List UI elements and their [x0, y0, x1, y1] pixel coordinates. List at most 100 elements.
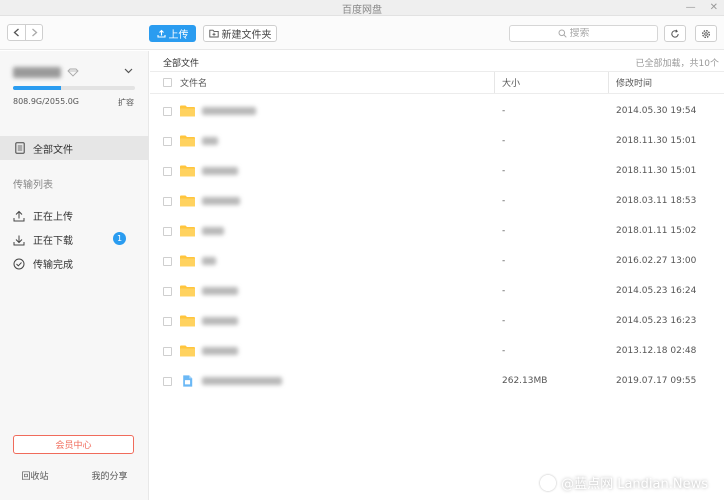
chevron-down-icon [124, 68, 133, 74]
minimize-icon[interactable]: — [686, 0, 696, 15]
history-nav [7, 24, 43, 41]
back-button[interactable] [8, 25, 25, 40]
file-name-blurred[interactable] [202, 186, 240, 216]
row-checkbox[interactable] [163, 246, 172, 276]
folder-icon [180, 165, 195, 177]
table-row[interactable]: - 2018.11.30 15:01 [150, 156, 724, 186]
file-panel: 全部文件 已全部加载，共10个 文件名 大小 修改时间 - 2014.05.30 … [150, 51, 724, 500]
row-checkbox[interactable] [163, 156, 172, 186]
file-size: - [502, 226, 506, 236]
row-checkbox[interactable] [163, 336, 172, 366]
file-name-blurred[interactable] [202, 276, 238, 306]
file-size: - [502, 166, 506, 176]
file-name-blurred[interactable] [202, 366, 282, 396]
window-controls: — ✕ [686, 0, 718, 15]
file-name-blurred[interactable] [202, 246, 216, 276]
window-title: 百度网盘 [342, 5, 382, 16]
table-row[interactable]: - 2016.02.27 13:00 [150, 246, 724, 276]
forward-button[interactable] [25, 25, 42, 40]
loaded-status: 已全部加载，共10个 [635, 59, 719, 69]
table-row[interactable]: - 2018.11.30 15:01 [150, 126, 724, 156]
column-header-size[interactable]: 大小 [502, 72, 520, 93]
file-modified: 2014.05.23 16:24 [616, 286, 697, 296]
row-checkbox[interactable] [163, 186, 172, 216]
breadcrumb[interactable]: 全部文件 [163, 56, 199, 69]
chevron-right-icon [31, 28, 37, 37]
upload-icon [13, 210, 25, 221]
file-size: - [502, 196, 506, 206]
table-row[interactable]: - 2013.12.18 02:48 [150, 336, 724, 366]
file-size: - [502, 256, 506, 266]
sidebar-item-all-files[interactable]: 全部文件 [0, 136, 149, 160]
row-icon [180, 306, 195, 336]
refresh-button[interactable] [664, 25, 686, 42]
storage-fill [13, 86, 62, 90]
username-blurred [13, 67, 61, 78]
folder-icon [180, 135, 195, 147]
select-all-checkbox[interactable] [163, 72, 172, 93]
row-checkbox[interactable] [163, 366, 172, 396]
search-box[interactable] [509, 25, 658, 42]
folder-plus-icon [208, 29, 219, 38]
table-row[interactable]: - 2014.05.30 19:54 [150, 96, 724, 126]
upload-icon [156, 29, 166, 38]
folder-icon [180, 285, 195, 297]
file-name-blurred[interactable] [202, 156, 238, 186]
sidebar-bottom-links: 回收站 我的分享 [0, 469, 149, 482]
folder-icon [180, 255, 195, 267]
row-icon [180, 336, 195, 366]
table-row[interactable]: 262.13MB 2019.07.17 09:55 [150, 366, 724, 396]
column-header-modified[interactable]: 修改时间 [616, 72, 652, 93]
file-modified: 2013.12.18 02:48 [616, 346, 697, 356]
chevron-left-icon [13, 28, 19, 37]
file-name-blurred[interactable] [202, 306, 238, 336]
sidebar: 808.9G/2055.0G 扩容 全部文件 传输列表 正在上传 正在下载 1 … [0, 51, 149, 500]
table-row[interactable]: - 2018.01.11 15:02 [150, 216, 724, 246]
row-checkbox[interactable] [163, 126, 172, 156]
download-icon [13, 235, 25, 245]
file-modified: 2016.02.27 13:00 [616, 256, 697, 266]
sidebar-item-label: 传输完成 [33, 260, 73, 271]
row-icon [180, 216, 195, 246]
sidebar-item-downloading[interactable]: 正在下载 [13, 232, 73, 247]
upload-button[interactable]: 上传 [149, 25, 196, 42]
exe-file-icon [183, 375, 193, 387]
row-checkbox[interactable] [163, 96, 172, 126]
expand-storage-link[interactable]: 扩容 [118, 97, 134, 108]
watermark-logo-icon [540, 474, 557, 491]
account-menu-toggle[interactable] [124, 66, 133, 77]
folder-icon [180, 195, 195, 207]
row-checkbox[interactable] [163, 306, 172, 336]
row-icon [180, 276, 195, 306]
close-icon[interactable]: ✕ [710, 0, 718, 15]
table-row[interactable]: - 2014.05.23 16:23 [150, 306, 724, 336]
row-icon [180, 126, 195, 156]
my-share-link[interactable]: 我的分享 [91, 469, 127, 482]
column-header-name[interactable]: 文件名 [180, 72, 207, 93]
account-name[interactable] [13, 67, 79, 78]
new-folder-button[interactable]: 新建文件夹 [203, 25, 277, 42]
file-modified: 2019.07.17 09:55 [616, 376, 697, 386]
row-checkbox[interactable] [163, 216, 172, 246]
folder-icon [180, 345, 195, 357]
file-name-blurred[interactable] [202, 96, 256, 126]
folder-icon [180, 105, 195, 117]
file-size: 262.13MB [502, 376, 548, 386]
file-modified: 2018.03.11 18:53 [616, 196, 697, 206]
settings-button[interactable] [695, 25, 717, 42]
file-name-blurred[interactable] [202, 336, 238, 366]
sidebar-item-completed[interactable]: 传输完成 [13, 256, 73, 271]
table-row[interactable]: - 2014.05.23 16:24 [150, 276, 724, 306]
file-name-blurred[interactable] [202, 126, 218, 156]
storage-bar [13, 86, 135, 90]
sidebar-item-uploading[interactable]: 正在上传 [13, 208, 73, 223]
row-checkbox[interactable] [163, 276, 172, 306]
file-name-blurred[interactable] [202, 216, 224, 246]
search-input[interactable] [569, 28, 610, 39]
table-row[interactable]: - 2018.03.11 18:53 [150, 186, 724, 216]
recycle-bin-link[interactable]: 回收站 [21, 469, 48, 482]
vip-center-button[interactable]: 会员中心 [13, 435, 134, 454]
row-icon [180, 186, 195, 216]
title-bar: 百度网盘 — ✕ [0, 0, 724, 16]
transfer-section-label: 传输列表 [13, 180, 53, 191]
